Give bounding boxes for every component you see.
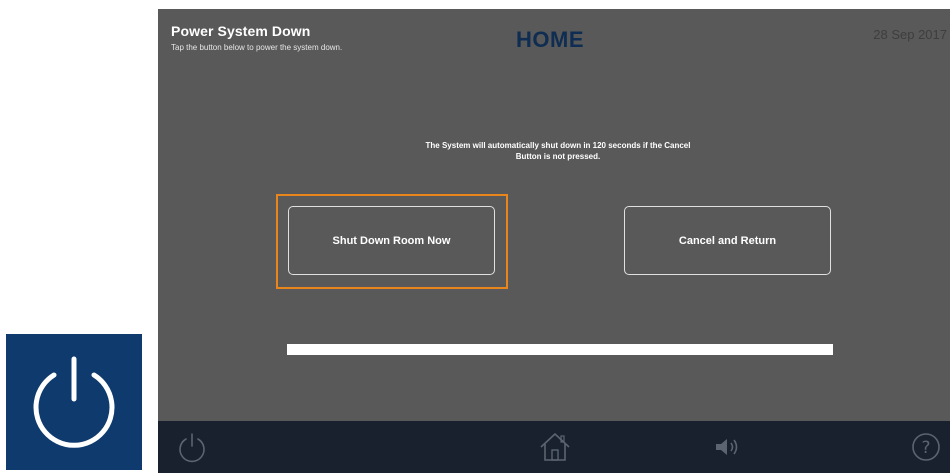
volume-nav-button[interactable] <box>708 430 748 464</box>
power-icon <box>33 356 115 448</box>
volume-icon <box>716 439 738 455</box>
shutdown-message-line-2: Button is not pressed. <box>515 152 601 161</box>
panel-subtitle: Tap the button below to power the system… <box>171 43 343 52</box>
shut-down-room-button[interactable]: Shut Down Room Now <box>288 206 495 275</box>
power-nav-button[interactable] <box>172 430 212 464</box>
panel-title: Power System Down <box>171 23 311 39</box>
cancel-and-return-button[interactable]: Cancel and Return <box>624 206 831 275</box>
bottom-nav-bar: ? <box>158 421 950 473</box>
main-panel: Power System Down Tap the button below t… <box>158 9 950 421</box>
power-icon <box>179 433 205 463</box>
home-nav-button[interactable] <box>535 430 575 464</box>
help-icon: ? <box>912 433 940 461</box>
countdown-progress-fill <box>287 344 833 355</box>
page-title: HOME <box>516 27 584 52</box>
home-icon <box>540 433 570 461</box>
help-nav-button[interactable]: ? <box>906 430 946 464</box>
date-label: 28 Sep 2017 <box>873 27 947 42</box>
shutdown-message-line-1: The System will automatically shut down … <box>425 141 691 150</box>
power-tile[interactable] <box>6 334 142 470</box>
svg-text:?: ? <box>921 438 930 458</box>
countdown-progress-bar <box>287 344 833 355</box>
shutdown-message: The System will automatically shut down … <box>348 140 768 162</box>
